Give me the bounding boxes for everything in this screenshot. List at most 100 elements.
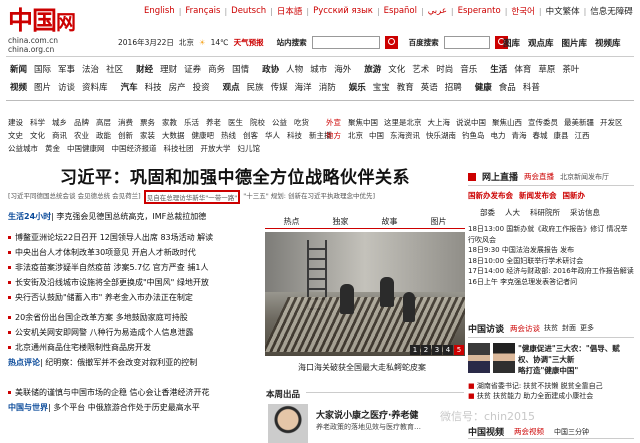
interview-thumb-1[interactable]: [468, 343, 490, 373]
nav2-item-10[interactable]: 传媒: [271, 81, 288, 93]
sub_left2-link-9[interactable]: 热线: [221, 130, 236, 141]
nav2-item-8[interactable]: 观点: [223, 81, 240, 93]
sub_right2-link-2[interactable]: 东海资讯: [390, 130, 420, 141]
live-item[interactable]: 18日13:00 国新办就《政府工作报告》修订 情况举行吹风会: [468, 224, 634, 245]
live-heading[interactable]: 网上直播: [482, 170, 518, 183]
sub_right2-link-9[interactable]: 江西: [575, 130, 590, 141]
interview-feature-1[interactable]: "健康促进"三大农："倡导、赋权、协调"三大新: [518, 343, 628, 365]
live-tag[interactable]: 两会直播: [524, 171, 554, 182]
sub_left2-link-10[interactable]: 创客: [243, 130, 258, 141]
news-item[interactable]: 20余省份出台国企改革方案 多地鼓励家庭可持股: [8, 312, 188, 323]
news-headline[interactable]: | 纪明察：俄撤军并不会改变对叙利亚的控制: [40, 358, 197, 367]
sub_right2-link-5[interactable]: 电力: [491, 130, 506, 141]
sub_right2-link-7[interactable]: 春城: [533, 130, 548, 141]
lang-link-5[interactable]: Español: [380, 6, 421, 16]
live-row2-link-2[interactable]: 科研院所: [530, 207, 560, 218]
lang-link-4[interactable]: Русский язык: [309, 6, 377, 16]
nav2-item-19[interactable]: 食品: [499, 81, 516, 93]
sub_right1-link-1[interactable]: 这里是北京: [384, 117, 422, 128]
sub_left2-link-2[interactable]: 商讯: [52, 130, 67, 141]
weather-forecast-link[interactable]: 天气预报: [234, 37, 264, 48]
news-item[interactable]: 长安街及沿线城市设施将全部更换成"中国风" 绿地开放: [8, 277, 209, 288]
sub_left2-link-0[interactable]: 文史: [8, 130, 23, 141]
sub_right2-link-1[interactable]: 中国: [369, 130, 384, 141]
nav1-item-16[interactable]: 艺术: [412, 63, 429, 75]
sub_left2-link-11[interactable]: 华人: [265, 130, 280, 141]
sub_right2-link-4[interactable]: 钓鱼岛: [462, 130, 485, 141]
sub_right2-link-3[interactable]: 快乐湖南: [426, 130, 456, 141]
live-item[interactable]: 16日上午 李克强总理发表答记者问: [468, 277, 634, 288]
lang-link-10[interactable]: 信息无障碍: [586, 5, 637, 17]
sub_right1-link-5[interactable]: 宣传委员: [528, 117, 558, 128]
interview-tag-0[interactable]: 两会访谈: [510, 323, 540, 334]
lang-link-1[interactable]: Français: [181, 6, 224, 16]
news-item[interactable]: 热点评论| 纪明察：俄撤军并不会改变对叙利亚的控制: [8, 357, 197, 368]
nav2-item-1[interactable]: 图片: [34, 81, 51, 93]
nav2-item-15[interactable]: 教育: [397, 81, 414, 93]
nav2-item-18[interactable]: 健康: [475, 81, 492, 93]
sub_right1-link-7[interactable]: 开发区: [600, 117, 623, 128]
video-tag[interactable]: 两会视频: [514, 426, 544, 437]
photo-page-5[interactable]: 5: [454, 345, 464, 355]
sub_right2-link-6[interactable]: 青海: [512, 130, 527, 141]
tab-1[interactable]: 独家: [333, 216, 349, 227]
news-headline[interactable]: 中央出台人才体制改革30项意见 开启人才新政时代: [15, 248, 196, 257]
nav1-item-19[interactable]: 生活: [490, 63, 507, 75]
sub_right1-link-2[interactable]: 大上海: [428, 117, 451, 128]
nav2-item-9[interactable]: 民族: [247, 81, 264, 93]
video-more-link[interactable]: 中国三分钟: [554, 427, 589, 437]
nav1-item-3[interactable]: 法治: [82, 63, 99, 75]
sub_left2-link-12[interactable]: 科技: [287, 130, 302, 141]
interview-title[interactable]: 大家说小康之医疗·养老健: [316, 408, 418, 421]
live-row2-link-1[interactable]: 人大: [505, 207, 520, 218]
news-headline[interactable]: 长安街及沿线城市设施将全部更换成"中国风" 绿地开放: [15, 278, 209, 287]
nav1-item-22[interactable]: 茶叶: [562, 63, 579, 75]
tab-3[interactable]: 图片: [431, 216, 447, 227]
nav1-item-6[interactable]: 理财: [160, 63, 177, 75]
interview-photo[interactable]: [268, 404, 308, 443]
nav1-item-20[interactable]: 体育: [514, 63, 531, 75]
quicklink-1[interactable]: 观点库: [528, 37, 554, 49]
lang-link-7[interactable]: Esperanto: [454, 6, 505, 16]
nav1-item-15[interactable]: 文化: [388, 63, 405, 75]
sub_left1-link-7[interactable]: 家教: [162, 117, 177, 128]
sub_left2-link-8[interactable]: 健康吧: [192, 130, 215, 141]
sub_left2-link-1[interactable]: 文化: [30, 130, 45, 141]
nav1-item-14[interactable]: 旅游: [364, 63, 381, 75]
news-section-head[interactable]: 中国与世界: [8, 403, 48, 412]
interview-thumb-2[interactable]: [493, 343, 515, 373]
news-section-head[interactable]: 生活24小时: [8, 212, 51, 221]
live-row2-link-3[interactable]: 采访信息: [570, 207, 600, 218]
sub-headline-highlight[interactable]: 见自在总理访华新华"一带一路": [143, 190, 241, 204]
live-item[interactable]: 18日9:30 中国法治发展报告 发布: [468, 245, 634, 256]
sub_right1-link-0[interactable]: 聚焦中国: [348, 117, 378, 128]
nav2-item-16[interactable]: 英语: [421, 81, 438, 93]
sub_right2-link-8[interactable]: 康县: [554, 130, 569, 141]
news-headline[interactable]: 博鳌亚洲论坛22日召开 12国领导人出席 83场活动 解读: [15, 233, 213, 242]
photo-page-4[interactable]: 4: [443, 345, 453, 355]
lang-link-9[interactable]: 中文繁体: [542, 5, 584, 17]
site-logo[interactable]: 中国网 china.com.cn china.org.cn: [8, 8, 93, 55]
news-section-head[interactable]: 热点评论: [8, 358, 40, 367]
interview-tag-3[interactable]: 更多: [580, 323, 594, 334]
sub_left3-link-3[interactable]: 中国经济报道: [112, 143, 157, 154]
news-headline[interactable]: 20余省份出台国企改革方案 多地鼓励家庭可持股: [15, 313, 188, 322]
news-item[interactable]: 中国与世界| 多个平台 中俄旅游合作处于历史最高水平: [8, 402, 200, 413]
quicklink-2[interactable]: 图片库: [562, 37, 588, 49]
lang-link-8[interactable]: 한국어: [507, 5, 538, 17]
live-more-link[interactable]: 北京新闻发布厅: [560, 172, 609, 182]
photo-page-1[interactable]: 1: [410, 345, 420, 355]
news-headline[interactable]: | 李克强会见德国总统高克，IMF总裁拉加德: [51, 212, 206, 221]
video-heading[interactable]: 中国视频: [468, 425, 504, 438]
nav2-item-11[interactable]: 海洋: [295, 81, 312, 93]
live-row1-link-1[interactable]: 新闻发布会: [519, 190, 557, 201]
nav1-item-17[interactable]: 时尚: [436, 63, 453, 75]
sub-headline-post[interactable]: "十三五" 规划: 创新在习近平执政理念中优先]: [243, 190, 375, 204]
nav1-item-1[interactable]: 国际: [34, 63, 51, 75]
sub_left1-link-11[interactable]: 院校: [250, 117, 265, 128]
news-item[interactable]: 非法疫苗案涉疑半自然疫苗 涉案5.7亿 官方严查 捕1人: [8, 262, 208, 273]
news-headline[interactable]: 美联储的谨慎与中国市场的企稳 信心会让香港经济开花: [15, 388, 210, 397]
sub_left1-link-10[interactable]: 医生: [228, 117, 243, 128]
interview-feature-2[interactable]: 略打造"健康中国": [518, 365, 628, 376]
nav1-item-0[interactable]: 新闻: [10, 63, 27, 75]
